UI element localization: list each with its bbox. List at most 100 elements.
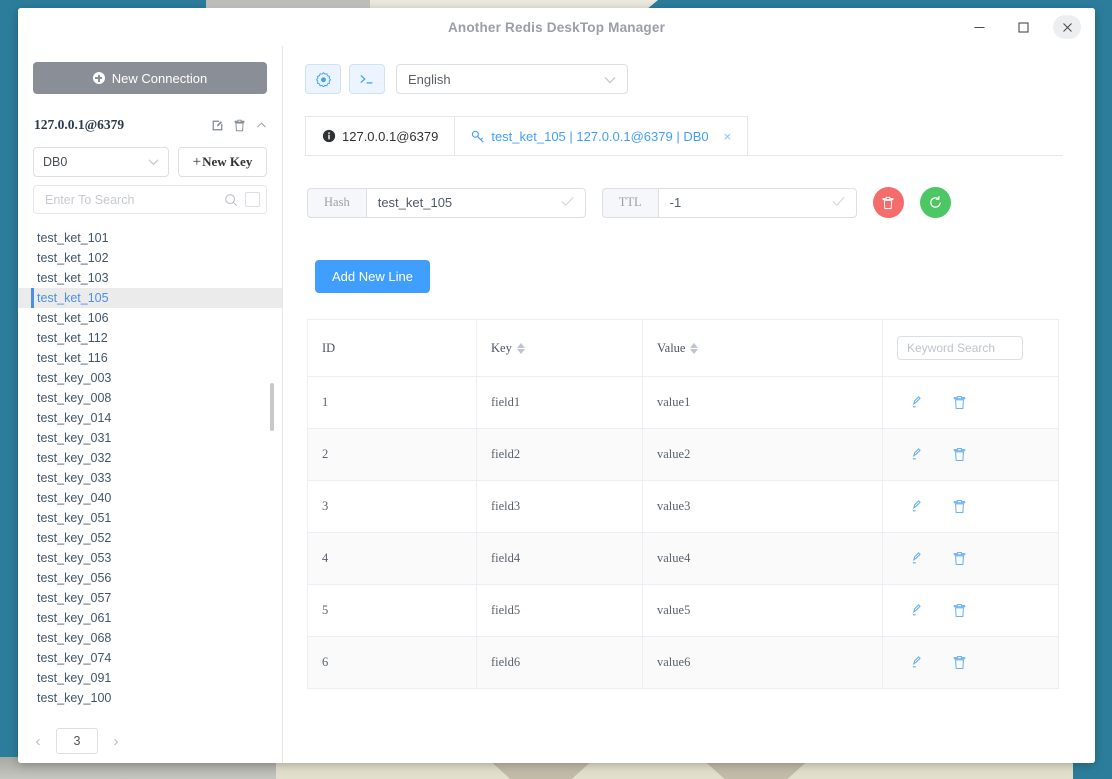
terminal-icon[interactable] xyxy=(349,64,385,94)
pager-prev-button[interactable]: ‹ xyxy=(32,733,44,750)
ttl-field[interactable]: -1 xyxy=(657,187,857,218)
table-row: 1 field1 value1 xyxy=(307,376,1059,429)
table-row: 5 field5 value5 xyxy=(307,584,1059,637)
key-type-label: Hash xyxy=(307,187,366,218)
cell-value: value2 xyxy=(642,428,883,481)
column-header-key[interactable]: Key xyxy=(476,319,643,377)
edit-icon[interactable] xyxy=(907,603,922,618)
column-header-value[interactable]: Value xyxy=(642,319,883,377)
delete-icon[interactable] xyxy=(952,499,967,514)
check-icon[interactable] xyxy=(561,195,574,210)
cell-key: field1 xyxy=(476,376,643,429)
key-list-item[interactable]: test_key_053 xyxy=(18,548,282,568)
key-list-item[interactable]: test_ket_106 xyxy=(18,308,282,328)
key-list-item[interactable]: test_ket_116 xyxy=(18,348,282,368)
key-list-item[interactable]: test_key_056 xyxy=(18,568,282,588)
key-list-scrollbar[interactable] xyxy=(270,383,274,431)
column-header-id-label: ID xyxy=(322,340,336,355)
edit-icon[interactable] xyxy=(907,551,922,566)
sort-icon[interactable] xyxy=(690,343,699,355)
cell-id: 1 xyxy=(307,376,477,429)
search-input[interactable] xyxy=(43,191,224,208)
key-list-item[interactable]: test_key_008 xyxy=(18,388,282,408)
edit-icon[interactable] xyxy=(907,655,922,670)
key-name-field[interactable]: test_ket_105 xyxy=(365,187,586,218)
delete-icon[interactable] xyxy=(952,551,967,566)
minimize-icon[interactable] xyxy=(957,8,1001,46)
gear-icon[interactable] xyxy=(305,64,341,94)
key-list-item[interactable]: test_key_040 xyxy=(18,488,282,508)
add-new-line-button[interactable]: Add New Line xyxy=(315,260,430,293)
key-list-item[interactable]: test_ket_101 xyxy=(18,228,282,248)
key-list-item[interactable]: test_key_061 xyxy=(18,608,282,628)
cell-actions xyxy=(882,480,1059,533)
cell-actions xyxy=(882,636,1059,689)
pager-next-button[interactable]: › xyxy=(110,733,122,750)
key-list-pager: ‹ 3 › xyxy=(18,718,282,763)
hash-table: ID Key Value 1field1value12field2value xyxy=(307,319,1059,689)
new-connection-button[interactable]: New Connection xyxy=(33,62,267,94)
key-list-item[interactable]: test_key_014 xyxy=(18,408,282,428)
key-list[interactable]: test_ket_101 test_ket_102 test_ket_103 test… xyxy=(18,228,282,718)
cell-value: value6 xyxy=(642,636,883,689)
tab-connection-label: 127.0.0.1@6379 xyxy=(342,128,439,144)
key-name-value: test_ket_105 xyxy=(377,195,453,210)
delete-key-button[interactable] xyxy=(872,187,904,218)
search-exact-checkbox[interactable] xyxy=(245,192,260,207)
search-icon[interactable] xyxy=(224,193,238,207)
check-icon[interactable] xyxy=(832,195,845,210)
sort-icon[interactable] xyxy=(516,343,525,355)
chevron-down-icon xyxy=(604,72,616,87)
key-list-item[interactable]: test_key_031 xyxy=(18,428,282,448)
key-list-item[interactable]: test_key_057 xyxy=(18,588,282,608)
cell-id: 2 xyxy=(307,428,477,481)
edit-icon[interactable] xyxy=(907,499,922,514)
key-list-item[interactable]: test_key_068 xyxy=(18,628,282,648)
keyword-search-input[interactable] xyxy=(897,336,1023,360)
maximize-icon[interactable] xyxy=(1001,8,1045,46)
key-list-item[interactable]: test_key_074 xyxy=(18,648,282,668)
key-list-item[interactable]: test_key_091 xyxy=(18,668,282,688)
key-list-item[interactable]: test_key_052 xyxy=(18,528,282,548)
ttl-value: -1 xyxy=(669,195,682,210)
edit-icon[interactable] xyxy=(907,395,922,410)
key-list-item[interactable]: test_key_100 xyxy=(18,688,282,708)
collapse-icon[interactable] xyxy=(255,119,268,132)
cell-key: field2 xyxy=(476,428,643,481)
edit-icon[interactable] xyxy=(211,119,224,132)
key-list-item[interactable]: test_key_032 xyxy=(18,448,282,468)
table-header-row: ID Key Value xyxy=(307,319,1059,377)
tab-close-icon[interactable]: × xyxy=(724,129,732,144)
language-select[interactable]: English xyxy=(396,64,628,94)
key-list-item[interactable]: test_ket_105 xyxy=(18,288,282,308)
delete-icon[interactable] xyxy=(952,447,967,462)
key-list-item[interactable]: test_key_033 xyxy=(18,468,282,488)
cell-id: 6 xyxy=(307,636,477,689)
close-icon[interactable] xyxy=(1045,8,1089,46)
key-list-item[interactable]: test_key_003 xyxy=(18,368,282,388)
key-list-item[interactable]: test_ket_102 xyxy=(18,248,282,268)
pager-page-number[interactable]: 3 xyxy=(56,728,98,754)
title-bar: Another Redis DeskTop Manager xyxy=(18,8,1095,46)
table-row: 2 field2 value2 xyxy=(307,428,1059,481)
delete-icon[interactable] xyxy=(952,655,967,670)
tab-connection[interactable]: 127.0.0.1@6379 xyxy=(305,116,456,155)
column-header-value-label: Value xyxy=(657,340,686,355)
ttl-group: TTL -1 xyxy=(601,187,857,218)
table-row: 3 field3 value3 xyxy=(307,480,1059,533)
key-list-item[interactable]: test_key_051 xyxy=(18,508,282,528)
connection-header[interactable]: 127.0.0.1@6379 xyxy=(34,117,268,133)
key-list-item[interactable]: test_ket_103 xyxy=(18,268,282,288)
key-list-item[interactable]: test_ket_112 xyxy=(18,328,282,348)
delete-icon[interactable] xyxy=(952,395,967,410)
edit-icon[interactable] xyxy=(907,447,922,462)
cell-id: 5 xyxy=(307,584,477,637)
table-row: 6 field6 value6 xyxy=(307,636,1059,689)
key-meta-row: Hash test_ket_105 TTL -1 xyxy=(307,187,1095,218)
delete-icon[interactable] xyxy=(233,119,246,132)
delete-icon[interactable] xyxy=(952,603,967,618)
database-select[interactable]: DB0 xyxy=(33,147,169,177)
refresh-key-button[interactable] xyxy=(919,187,951,218)
tab-key-detail[interactable]: test_ket_105 | 127.0.0.1@6379 | DB0 × xyxy=(454,116,749,155)
new-key-button[interactable]: + New Key xyxy=(178,147,267,177)
